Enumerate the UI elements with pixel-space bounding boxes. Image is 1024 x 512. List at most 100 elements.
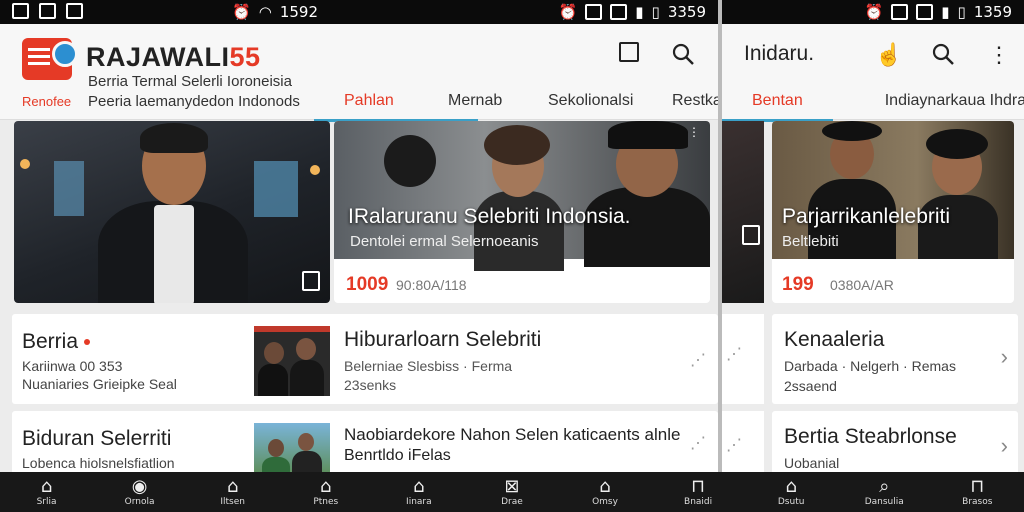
nav-item-6[interactable]: ⊠ Drae xyxy=(482,476,542,508)
news-card[interactable]: Biduran Selerriti Lobenca hiolsnelsfiatl… xyxy=(12,411,718,481)
app-bar: RAJAWALI55 Berria Termal Selerli Ioronei… xyxy=(0,24,718,122)
card-headline-sub: Benrtldo iFelas xyxy=(344,447,451,464)
photo-icon xyxy=(12,3,29,19)
alarm-icon: ⏰ xyxy=(558,3,578,21)
notification-icon xyxy=(610,4,628,20)
share-icon[interactable]: ⋰ xyxy=(690,433,706,453)
bottom-navigation: ⌂ Srlia ◉ Ornola ⌂ Iltsen ⌂ Ptnes ⌂ Iinara ⊠ D… xyxy=(0,472,1024,512)
card-headline-source: Belerniae Slesbiss · Ferma xyxy=(344,358,513,374)
featured-title: Parjarrikanlelebriti xyxy=(782,205,951,228)
bookmark-icon[interactable] xyxy=(614,42,644,72)
signal-icon: ▮ xyxy=(635,3,644,21)
gallery-icon xyxy=(66,3,83,19)
status-time: 1359 xyxy=(973,3,1012,21)
card-title: Kenaaleria xyxy=(784,328,885,351)
share-icon[interactable]: ⋰ xyxy=(726,435,742,455)
nav-circle[interactable]: ◉ Ornola xyxy=(110,476,170,508)
nav-item-4[interactable]: ⌂ Ptnes xyxy=(296,476,356,508)
featured-count: 199 xyxy=(782,274,814,295)
image-icon xyxy=(39,3,56,19)
card-meta: Nuaniaries Grieipke Seal xyxy=(22,376,177,392)
card-title: Biduran Selerriti xyxy=(22,427,172,450)
card-title: Berria xyxy=(22,330,91,354)
nav-home[interactable]: ⌂ Srlia xyxy=(17,476,77,508)
battery-icon: ▯ xyxy=(957,3,966,21)
nfc-icon xyxy=(891,4,909,20)
brand-subtitle-2: Peeria laemanydedon Indonods xyxy=(88,93,300,110)
bag-icon: ⊓ xyxy=(970,476,985,497)
status-time: 3359 xyxy=(667,3,706,21)
search-icon[interactable] xyxy=(928,42,958,72)
app-bar: Inidaru. ☝ ⋮ Bentan Indiaynarkaua Ihdras xyxy=(722,24,1024,122)
featured-meta: 0380A/AR xyxy=(830,277,894,293)
bag-icon: ⊓ xyxy=(691,476,706,497)
tab-mernab[interactable]: Mernab xyxy=(448,92,548,120)
card-subtitle: Darbada · Nelgerh · Remas xyxy=(784,358,956,374)
category-tabs: Pahlan Mernab Sekolionalsi Restka xyxy=(314,92,718,122)
more-options-icon[interactable]: ⋮ xyxy=(688,125,700,139)
nav-item-3[interactable]: ⌂ Iltsen xyxy=(203,476,263,508)
wifi-icon: ◠ xyxy=(258,3,272,21)
featured-count: 1009 xyxy=(346,274,389,295)
featured-meta: 90:80A/118 xyxy=(396,277,467,293)
app-logo[interactable] xyxy=(22,38,78,80)
search-icon[interactable] xyxy=(668,42,698,72)
nfc-icon xyxy=(585,4,603,20)
share-icon[interactable]: ⋰ xyxy=(690,350,706,370)
featured-article[interactable]: IRalaruranu Selebriti Indonsia. Dentolei… xyxy=(334,121,710,303)
prev-card[interactable]: ⋰ xyxy=(722,314,764,404)
status-bar: ⏰ ▮ ▯ 1359 xyxy=(722,0,1024,24)
nav-item-5[interactable]: ⌂ Iinara xyxy=(389,476,449,508)
news-card[interactable]: Bertia Steabrlonse Uobanial › xyxy=(772,411,1018,481)
gallery-badge-icon xyxy=(302,271,320,291)
card-headline: Naobiardekore Nahon Selen katicaents aln… xyxy=(344,425,681,444)
nav-search[interactable]: ⌕ Dansulia xyxy=(854,476,914,508)
prev-card[interactable]: ⋰ xyxy=(722,411,764,481)
nav-item-9[interactable]: ⌂ Dsutu xyxy=(761,477,821,508)
home-filled-icon: ⌂ xyxy=(40,476,53,497)
card-subtitle: Uobanial xyxy=(784,455,840,471)
tab-restka[interactable]: Restka xyxy=(672,92,718,120)
tab-indiaynarkaua[interactable]: Indiaynarkaua Ihdras xyxy=(885,92,1024,120)
alarm-icon: ⏰ xyxy=(232,3,251,21)
home-icon: ⌂ xyxy=(599,476,611,497)
notification-icon xyxy=(916,4,934,20)
battery-icon: ▯ xyxy=(651,3,660,21)
x-icon: ⊠ xyxy=(504,476,520,497)
tab-pahlan[interactable]: Pahlan xyxy=(314,92,478,122)
alarm-icon: ⏰ xyxy=(864,3,884,21)
main-panel: ⏰ ◠ 1592 ⏰ ▮ ▯ 3359 RAJAWALI55 Berria Te… xyxy=(0,0,718,512)
tab-bentan[interactable]: Bentan xyxy=(722,92,833,122)
nav-item-11[interactable]: ⊓ Brasos xyxy=(947,476,1007,508)
gesture-icon[interactable]: ☝ xyxy=(874,42,904,72)
featured-subtitle: Beltlebiti xyxy=(782,233,839,250)
card-subtitle: Kariinwa 00 353 xyxy=(22,358,123,374)
secondary-panel: ⏰ ▮ ▯ 1359 Inidaru. ☝ ⋮ Bentan Indiaynar… xyxy=(722,0,1024,512)
home-icon: ⌂ xyxy=(226,476,239,497)
nav-item-8[interactable]: ⊓ Bnaidi xyxy=(668,476,728,508)
featured-title: IRalaruranu Selebriti Indonsia. xyxy=(348,205,631,228)
brand-subtitle: Berria Termal Selerli Ioroneisia xyxy=(88,73,292,90)
search-icon: ⌕ xyxy=(879,476,890,497)
home-icon: ⌂ xyxy=(413,476,425,497)
card-thumbnail xyxy=(254,326,330,396)
page-title: Inidaru. xyxy=(744,42,815,65)
featured-subtitle: Dentolei ermal Selernoeanis xyxy=(350,233,539,250)
card-subtitle: Lobenca hiolsnelsfiatlion xyxy=(22,455,175,471)
news-card[interactable]: Kenaaleria Darbada · Nelgerh · Remas 2ss… xyxy=(772,314,1018,404)
nav-item-7[interactable]: ⌂ Omsy xyxy=(575,476,635,508)
featured-article[interactable]: Parjarrikanlelebriti Beltlebiti 199 0380… xyxy=(772,121,1014,303)
share-icon[interactable]: ⋰ xyxy=(726,344,742,364)
status-bar: ⏰ ◠ 1592 ⏰ ▮ ▯ 3359 xyxy=(0,0,718,24)
prev-card-image[interactable] xyxy=(722,121,764,303)
home-icon: ⌂ xyxy=(320,476,332,497)
news-card[interactable]: Berria Kariinwa 00 353 Nuaniaries Grieip… xyxy=(12,314,718,404)
featured-image[interactable] xyxy=(14,121,330,303)
chevron-right-icon[interactable]: › xyxy=(1001,433,1008,459)
more-vert-icon[interactable]: ⋮ xyxy=(984,42,1014,72)
brand-tagline: Renofee xyxy=(22,94,72,109)
chevron-right-icon[interactable]: › xyxy=(1001,344,1008,370)
circle-icon: ◉ xyxy=(131,476,148,497)
brand-title: RAJAWALI55 xyxy=(86,42,261,72)
tab-sekolionalsi[interactable]: Sekolionalsi xyxy=(548,92,672,120)
